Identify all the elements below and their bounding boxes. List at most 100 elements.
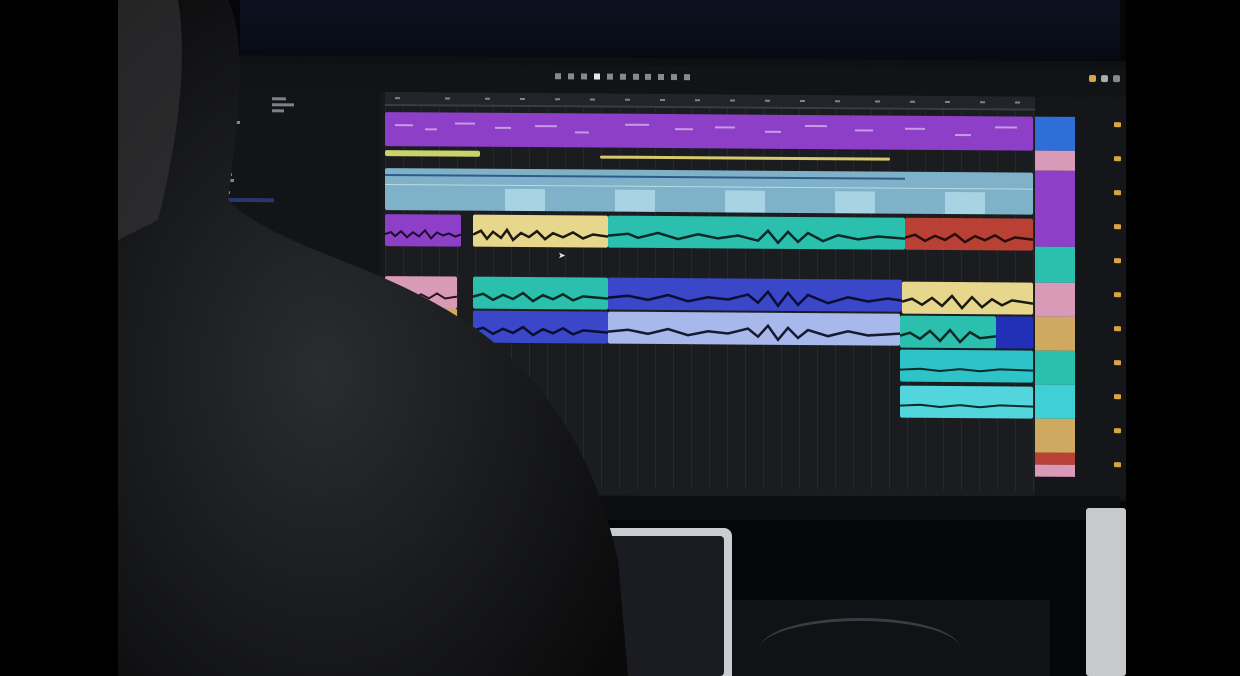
midi-notes xyxy=(395,122,1017,137)
speaker xyxy=(1086,508,1126,676)
waveform xyxy=(905,232,1033,244)
tool-icon[interactable] xyxy=(658,73,665,81)
track-color-strip xyxy=(1035,464,1075,477)
record-icon[interactable] xyxy=(619,73,626,80)
clip-red-audio[interactable] xyxy=(905,217,1033,251)
photo-scene: ➤ xyxy=(0,0,1240,676)
knob-icon[interactable] xyxy=(1114,224,1121,230)
knob-icon[interactable] xyxy=(1114,258,1121,264)
knob-icon[interactable] xyxy=(1114,428,1121,434)
clip-teal-audio[interactable] xyxy=(608,215,905,250)
browser-row xyxy=(206,172,232,176)
browser-row xyxy=(206,132,222,136)
waveform xyxy=(608,228,905,245)
waveform xyxy=(473,325,608,337)
knob-icon[interactable] xyxy=(1114,394,1121,400)
clip-cyan-audio[interactable] xyxy=(900,349,1033,383)
clip-blue-audio[interactable] xyxy=(608,277,902,312)
browser-row xyxy=(206,114,230,118)
track-color-strip xyxy=(1035,150,1075,171)
status-icon xyxy=(1089,74,1096,83)
browser-row xyxy=(206,250,228,254)
loop-icon[interactable] xyxy=(632,73,639,80)
mixer-strip[interactable] xyxy=(1077,289,1123,319)
mixer-strip[interactable] xyxy=(1077,459,1123,489)
track-color-strip xyxy=(1035,418,1075,453)
letterbox-left xyxy=(0,0,118,676)
stop-icon[interactable] xyxy=(606,73,613,80)
mixer-strip[interactable] xyxy=(1077,119,1123,149)
browser-row xyxy=(272,109,284,113)
browser-row xyxy=(206,166,222,170)
clip-yellow-strip[interactable] xyxy=(385,150,480,157)
mixer-strip[interactable] xyxy=(1077,255,1123,285)
clip-teal-audio-2[interactable] xyxy=(473,276,608,310)
browser-row xyxy=(206,220,224,224)
rewind-icon[interactable] xyxy=(555,73,561,80)
browser-list xyxy=(200,94,294,261)
laptop xyxy=(600,528,732,676)
clip-blue-small[interactable] xyxy=(996,316,1033,349)
back-icon[interactable] xyxy=(567,73,574,80)
mixer-strip[interactable] xyxy=(1077,425,1123,455)
clip-purple-audio[interactable] xyxy=(385,214,461,247)
waveform xyxy=(385,324,457,333)
clip-teal-audio-3[interactable] xyxy=(900,315,996,349)
browser-row xyxy=(206,226,230,230)
knob-icon[interactable] xyxy=(1114,190,1121,196)
clip-cyan-audio-2[interactable] xyxy=(900,385,1033,419)
mixer-strip[interactable] xyxy=(1077,153,1123,183)
browser-row xyxy=(206,108,236,113)
clip-purple-long[interactable] xyxy=(385,112,1033,151)
mouse-pointer-icon: ➤ xyxy=(558,251,566,262)
waveform xyxy=(902,294,1033,310)
clip-pink-audio[interactable] xyxy=(385,276,457,309)
knob-icon[interactable] xyxy=(1114,156,1121,162)
browser-row xyxy=(206,126,234,131)
mixer-strip[interactable] xyxy=(1077,187,1123,217)
mixer-strip[interactable] xyxy=(1077,221,1123,251)
track-color-strip xyxy=(1035,246,1075,283)
background-wall xyxy=(240,0,1120,60)
monitor: ➤ xyxy=(200,54,1126,502)
status-icon xyxy=(1112,75,1120,83)
knob-icon[interactable] xyxy=(1114,292,1121,298)
clip-yellow-audio[interactable] xyxy=(473,214,608,248)
clip-lightblue-block[interactable] xyxy=(385,168,1033,215)
track-color-strip xyxy=(1035,282,1075,317)
skip-icon[interactable] xyxy=(580,73,587,80)
window-controls xyxy=(1086,74,1120,87)
automation-lines xyxy=(385,174,1033,215)
track-color-strip xyxy=(1035,316,1075,351)
laptop-screen xyxy=(608,536,724,676)
browser-row xyxy=(206,208,220,212)
play-icon[interactable] xyxy=(593,73,600,80)
knob-icon[interactable] xyxy=(1114,462,1121,468)
track-color-strip xyxy=(1035,116,1075,151)
browser-row xyxy=(206,152,226,156)
tool-icon[interactable] xyxy=(684,74,691,81)
clip-blue-audio-2[interactable] xyxy=(473,310,608,344)
arrangement-view: ➤ xyxy=(385,92,1035,499)
knob-icon[interactable] xyxy=(1114,122,1121,128)
browser-row xyxy=(206,138,220,142)
browser-row xyxy=(206,184,228,188)
clip-lightblue-audio[interactable] xyxy=(608,311,900,346)
knob-icon[interactable] xyxy=(1114,360,1121,366)
browser-panel xyxy=(200,90,380,495)
tool-icon[interactable] xyxy=(671,74,678,81)
browser-row xyxy=(206,190,230,194)
browser-row xyxy=(206,120,240,125)
mixer-strip[interactable] xyxy=(1077,391,1123,421)
clip-tan-audio[interactable] xyxy=(385,308,457,341)
mixer-strip[interactable] xyxy=(1077,323,1123,353)
mixer-strip[interactable] xyxy=(1077,357,1123,387)
browser-row xyxy=(206,178,234,183)
browser-row xyxy=(206,238,220,242)
browser-row xyxy=(206,244,222,248)
knob-icon[interactable] xyxy=(1114,326,1121,332)
cable xyxy=(760,618,960,676)
clip-yellow-audio-2[interactable] xyxy=(902,281,1033,315)
waveform xyxy=(473,291,608,303)
metronome-icon[interactable] xyxy=(645,73,652,80)
